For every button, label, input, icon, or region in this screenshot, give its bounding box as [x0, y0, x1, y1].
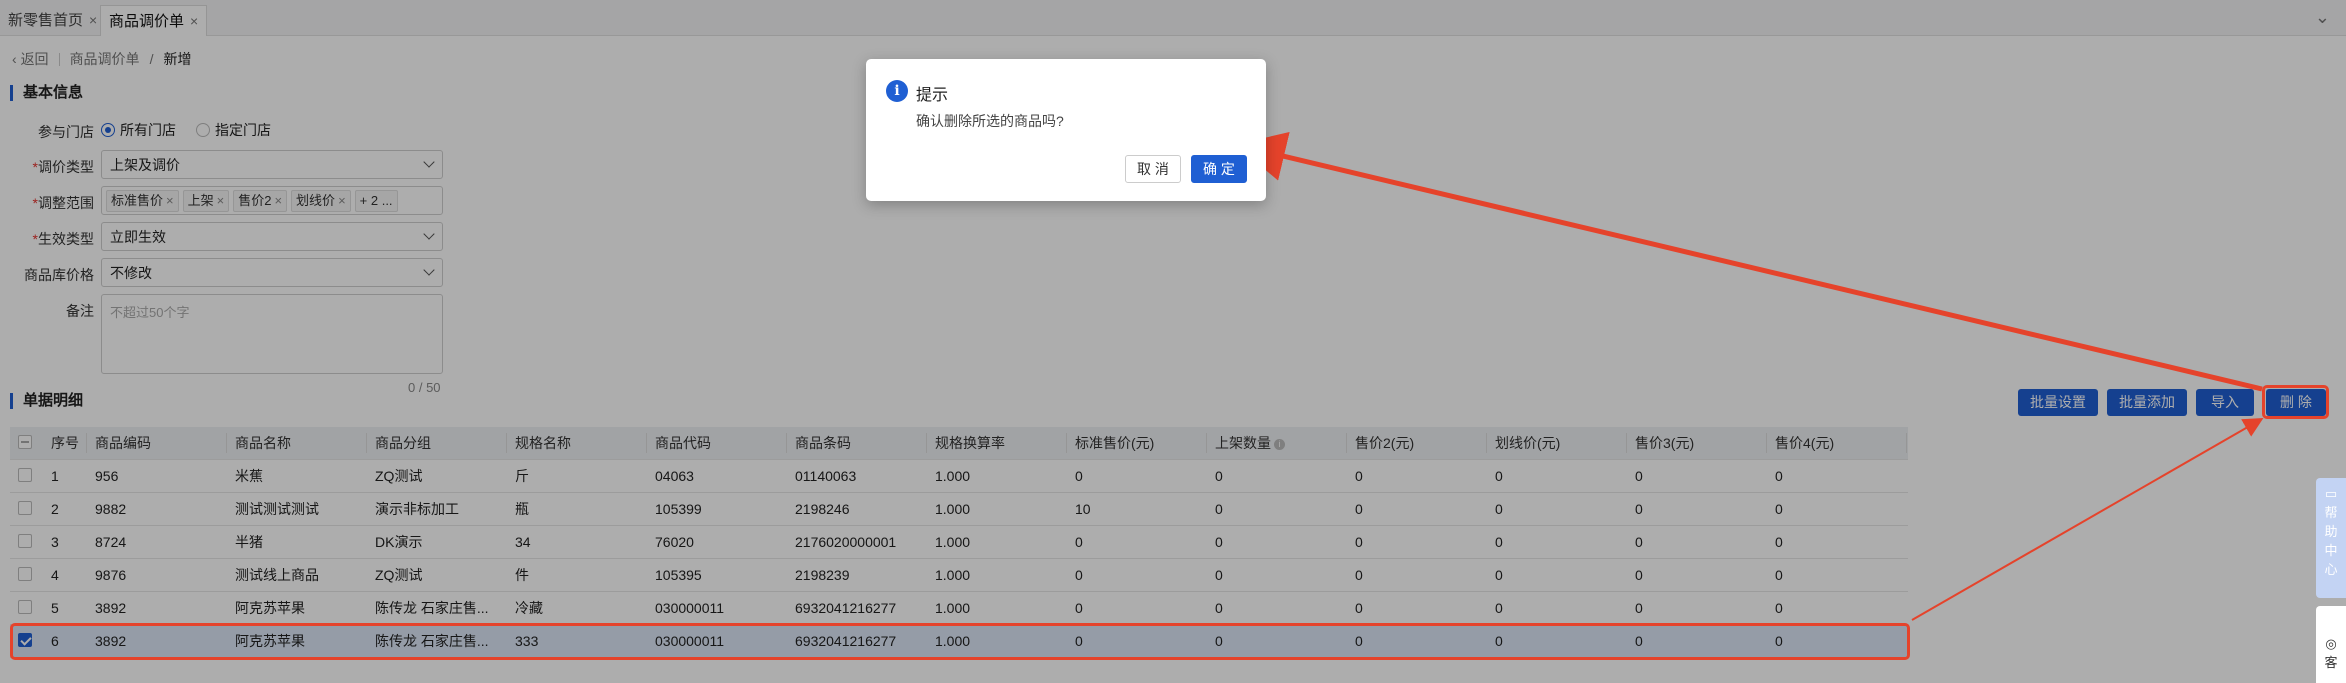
arrow-to-delete	[1911, 418, 2264, 621]
help-center-char: 中	[2324, 543, 2338, 558]
help-center-char: 帮	[2324, 505, 2338, 520]
dialog-title: 提示	[916, 87, 949, 104]
customer-service-label: 客	[2324, 655, 2338, 670]
help-center-char: 助	[2324, 524, 2338, 539]
cancel-button[interactable]: 取 消	[1125, 155, 1181, 183]
info-icon: i	[886, 80, 908, 102]
dialog-message: 确认删除所选的商品吗?	[916, 113, 1064, 129]
headset-icon: ◎	[2325, 636, 2337, 651]
confirm-dialog: i 提示 确认删除所选的商品吗? 取 消 确 定	[866, 59, 1266, 201]
help-center-label: 帮助中心	[2316, 503, 2346, 579]
help-center-char: 心	[2324, 562, 2338, 577]
confirm-button[interactable]: 确 定	[1191, 155, 1247, 183]
help-center-button[interactable]: ▭ 帮助中心	[2316, 478, 2346, 598]
arrow-to-dialog	[1235, 131, 2263, 392]
chat-icon: ▭	[2324, 486, 2338, 501]
customer-service-button[interactable]: ◎ 客	[2316, 606, 2346, 683]
